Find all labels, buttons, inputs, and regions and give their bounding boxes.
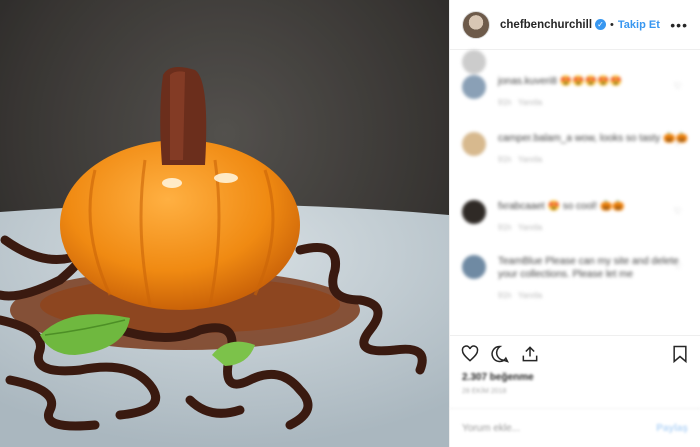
heart-icon[interactable]: ♡ bbox=[674, 138, 682, 149]
heart-icon[interactable]: ♡ bbox=[674, 261, 682, 272]
comment-text: jonas.kuveri8 😍😍😍😍😍 bbox=[498, 76, 622, 87]
add-comment-bar: Yorum ekle... Paylaş bbox=[450, 408, 700, 447]
post-comment-button[interactable]: Paylaş bbox=[656, 423, 688, 434]
avatar[interactable] bbox=[462, 200, 486, 224]
list-item: camper.balam_a wow, looks so tasty 🎃🎃 91… bbox=[450, 132, 700, 164]
avatar[interactable] bbox=[462, 132, 486, 156]
comment-input[interactable]: Yorum ekle... bbox=[462, 423, 520, 434]
more-icon[interactable]: ••• bbox=[670, 17, 688, 33]
heart-icon[interactable]: ♡ bbox=[674, 206, 682, 217]
follow-button[interactable]: Takip Et bbox=[618, 19, 660, 31]
comment-meta: 91h Yanıtla bbox=[498, 98, 543, 107]
list-item bbox=[450, 50, 700, 74]
verified-icon: ✓ bbox=[595, 19, 607, 30]
action-bar bbox=[460, 340, 690, 368]
divider bbox=[450, 335, 700, 336]
avatar[interactable] bbox=[462, 10, 490, 39]
pumpkin-dessert-image bbox=[0, 0, 449, 447]
list-item: TeamBlue Please can my site and delete y… bbox=[450, 255, 700, 300]
post-photo[interactable] bbox=[0, 0, 449, 447]
comment-meta: 91h Yanıtla bbox=[498, 155, 543, 164]
username[interactable]: chefbenchurchill bbox=[500, 19, 592, 31]
post-date: 28 EKİM 2018 bbox=[462, 388, 507, 395]
separator: • bbox=[610, 18, 614, 31]
comment-text: camper.balam_a wow, looks so tasty 🎃🎃 bbox=[498, 133, 688, 144]
comment-text: TeamBlue Please can my site and delete y… bbox=[498, 256, 679, 280]
post-sidebar: chefbenchurchill ✓ • Takip Et ••• jonas.… bbox=[449, 0, 700, 447]
comment-text: fxrabcaaet 😍 so cool! 🎃🎃 bbox=[498, 201, 625, 212]
list-item: jonas.kuveri8 😍😍😍😍😍 91h Yanıtla ♡ bbox=[450, 75, 700, 107]
like-count[interactable]: 2.307 beğenme bbox=[462, 372, 534, 383]
avatar[interactable] bbox=[462, 50, 486, 74]
comment-icon[interactable] bbox=[490, 344, 510, 364]
list-item: fxrabcaaet 😍 so cool! 🎃🎃 91h Yanıtla ♡ bbox=[450, 200, 700, 232]
heart-icon[interactable] bbox=[460, 344, 480, 364]
avatar[interactable] bbox=[462, 255, 486, 279]
post-header: chefbenchurchill ✓ • Takip Et ••• bbox=[450, 0, 700, 50]
share-icon[interactable] bbox=[520, 344, 540, 364]
comment-meta: 91h Yanıtla bbox=[498, 291, 543, 300]
bookmark-icon[interactable] bbox=[670, 344, 690, 364]
avatar[interactable] bbox=[462, 75, 486, 99]
comment-meta: 91h Yanıtla bbox=[498, 223, 543, 232]
heart-icon[interactable]: ♡ bbox=[674, 81, 682, 92]
comments-list[interactable]: jonas.kuveri8 😍😍😍😍😍 91h Yanıtla ♡ camper… bbox=[450, 50, 700, 335]
